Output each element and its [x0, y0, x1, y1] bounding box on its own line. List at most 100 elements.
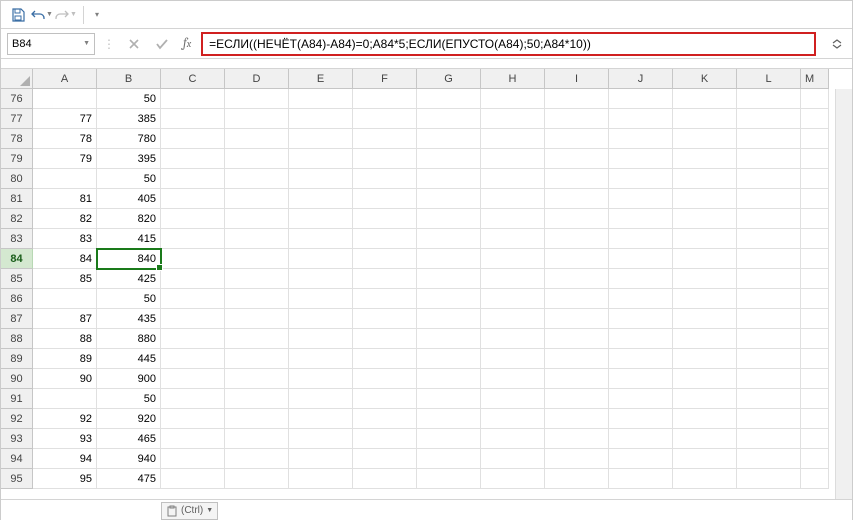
cell[interactable]: 50: [97, 389, 161, 409]
cell[interactable]: 77: [33, 109, 97, 129]
cell[interactable]: [353, 349, 417, 369]
cell[interactable]: [481, 349, 545, 369]
cell[interactable]: [801, 209, 829, 229]
cell[interactable]: [801, 309, 829, 329]
column-header[interactable]: E: [289, 69, 353, 89]
cell[interactable]: 81: [33, 189, 97, 209]
cell[interactable]: [225, 409, 289, 429]
cell[interactable]: [801, 449, 829, 469]
cell[interactable]: [353, 129, 417, 149]
cell[interactable]: [353, 169, 417, 189]
row-header[interactable]: 77: [1, 109, 33, 129]
cell[interactable]: [545, 409, 609, 429]
cell[interactable]: [673, 149, 737, 169]
cell[interactable]: [481, 169, 545, 189]
cell[interactable]: [673, 229, 737, 249]
cell[interactable]: 82: [33, 209, 97, 229]
cell[interactable]: [353, 249, 417, 269]
formula-input[interactable]: =ЕСЛИ((НЕЧЁТ(A84)-A84)=0;A84*5;ЕСЛИ(ЕПУС…: [201, 32, 816, 56]
cell[interactable]: [545, 269, 609, 289]
cell[interactable]: [481, 109, 545, 129]
cell[interactable]: [545, 429, 609, 449]
cell[interactable]: [289, 109, 353, 129]
cell[interactable]: [225, 249, 289, 269]
cell[interactable]: [737, 89, 801, 109]
cell[interactable]: [673, 129, 737, 149]
cell[interactable]: [545, 149, 609, 169]
cell[interactable]: [481, 229, 545, 249]
cell[interactable]: [161, 209, 225, 229]
cell[interactable]: [161, 429, 225, 449]
cell[interactable]: [737, 449, 801, 469]
cell[interactable]: [417, 309, 481, 329]
row-header[interactable]: 80: [1, 169, 33, 189]
cell[interactable]: 79: [33, 149, 97, 169]
cell[interactable]: [353, 189, 417, 209]
cell[interactable]: [417, 289, 481, 309]
cell[interactable]: 880: [97, 329, 161, 349]
cell[interactable]: [609, 129, 673, 149]
cell[interactable]: 780: [97, 129, 161, 149]
cell[interactable]: [353, 389, 417, 409]
cell[interactable]: [289, 349, 353, 369]
cell[interactable]: [801, 249, 829, 269]
cell[interactable]: [225, 469, 289, 489]
cell[interactable]: [609, 469, 673, 489]
cell[interactable]: [161, 329, 225, 349]
cell[interactable]: [673, 89, 737, 109]
cell[interactable]: [801, 329, 829, 349]
cell[interactable]: [33, 389, 97, 409]
cell[interactable]: [161, 409, 225, 429]
cell[interactable]: [417, 329, 481, 349]
cell[interactable]: [289, 229, 353, 249]
cell[interactable]: 50: [97, 289, 161, 309]
cell[interactable]: [161, 249, 225, 269]
cell[interactable]: [353, 229, 417, 249]
expand-formula-bar-button[interactable]: [828, 35, 846, 53]
cell[interactable]: [289, 209, 353, 229]
cell[interactable]: [673, 469, 737, 489]
cell[interactable]: 87: [33, 309, 97, 329]
cell[interactable]: 385: [97, 109, 161, 129]
cell[interactable]: [353, 209, 417, 229]
redo-button[interactable]: ▼: [55, 4, 77, 26]
paste-options-button[interactable]: (Ctrl) ▼: [161, 502, 218, 520]
row-header[interactable]: 94: [1, 449, 33, 469]
cell[interactable]: 445: [97, 349, 161, 369]
cell[interactable]: [417, 229, 481, 249]
cell[interactable]: [481, 289, 545, 309]
cell[interactable]: 940: [97, 449, 161, 469]
cell[interactable]: 405: [97, 189, 161, 209]
cell[interactable]: 78: [33, 129, 97, 149]
cell[interactable]: [673, 349, 737, 369]
cell[interactable]: [481, 209, 545, 229]
row-header[interactable]: 79: [1, 149, 33, 169]
cell[interactable]: [609, 349, 673, 369]
cell[interactable]: [609, 369, 673, 389]
cell[interactable]: [737, 269, 801, 289]
cell[interactable]: [673, 329, 737, 349]
cell[interactable]: [609, 249, 673, 269]
column-header[interactable]: K: [673, 69, 737, 89]
cell[interactable]: [609, 209, 673, 229]
cell[interactable]: [673, 389, 737, 409]
cell[interactable]: [545, 229, 609, 249]
cell[interactable]: 83: [33, 229, 97, 249]
cell[interactable]: [161, 349, 225, 369]
cell[interactable]: [225, 429, 289, 449]
cell[interactable]: [545, 469, 609, 489]
cell[interactable]: [225, 189, 289, 209]
cell[interactable]: 94: [33, 449, 97, 469]
cell[interactable]: [545, 389, 609, 409]
customize-qat-button[interactable]: ▾: [90, 4, 104, 26]
cell[interactable]: [481, 149, 545, 169]
cell[interactable]: [225, 129, 289, 149]
cell[interactable]: [417, 469, 481, 489]
cell[interactable]: [289, 149, 353, 169]
cell[interactable]: 93: [33, 429, 97, 449]
cell[interactable]: [609, 389, 673, 409]
cell[interactable]: [737, 409, 801, 429]
row-header[interactable]: 78: [1, 129, 33, 149]
cell[interactable]: [481, 269, 545, 289]
cell[interactable]: [289, 169, 353, 189]
